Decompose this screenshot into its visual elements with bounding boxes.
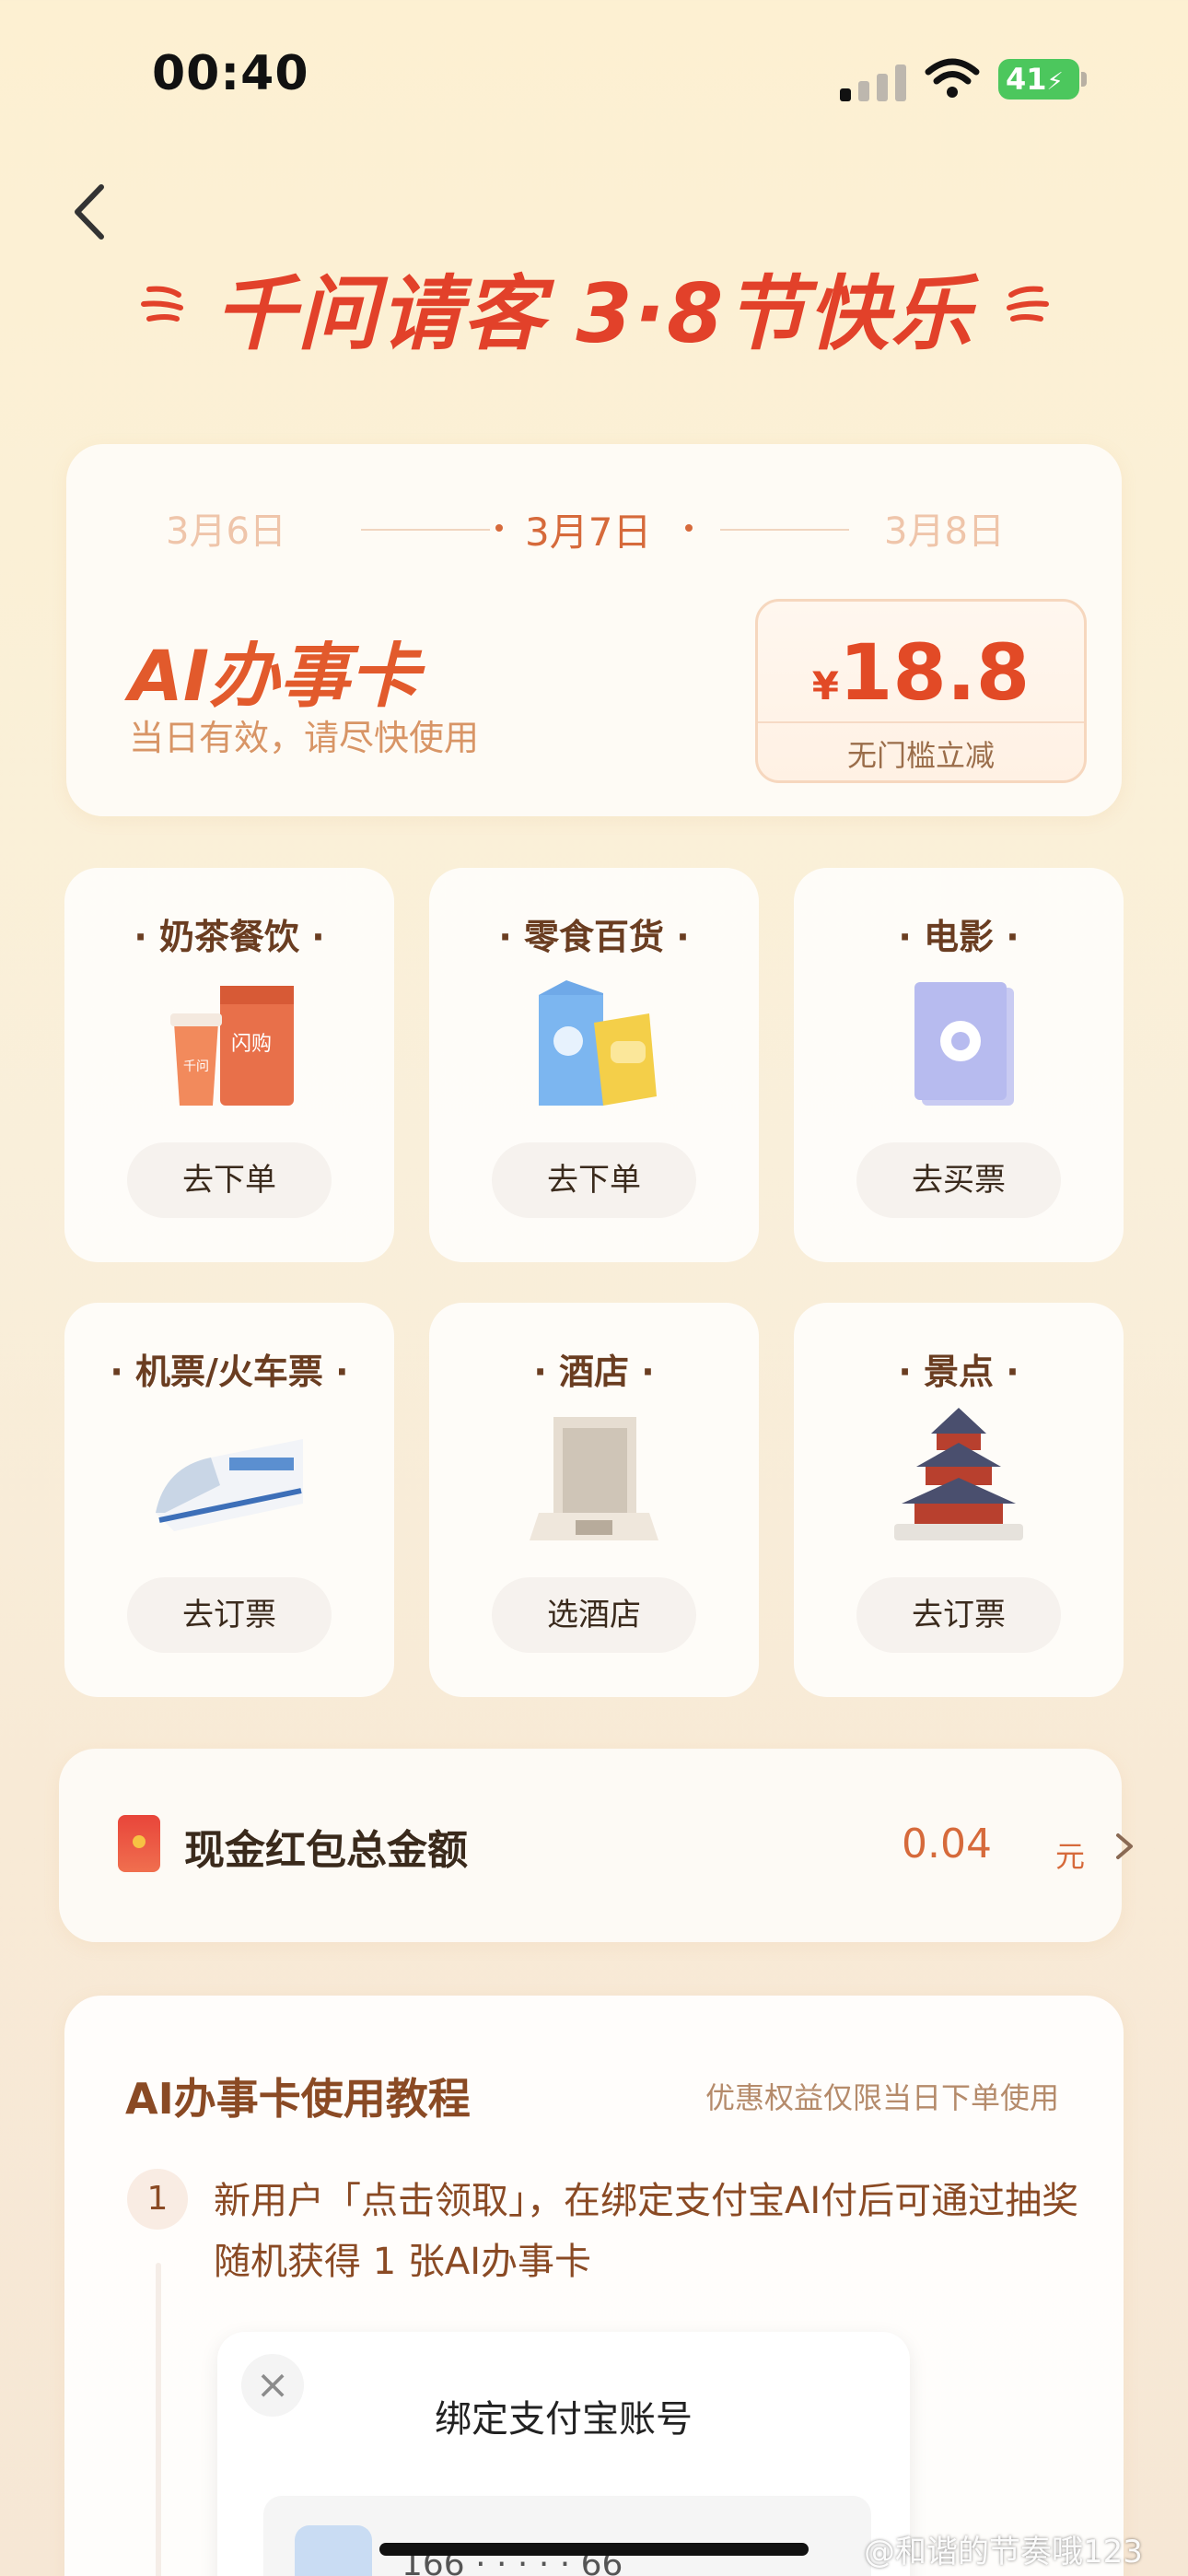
category-tile-attractions[interactable]: · 景点 · 去订票 — [794, 1303, 1124, 1697]
category-tile-transport[interactable]: · 机票/火车票 · 去订票 — [64, 1303, 394, 1697]
right-flourish-icon — [1007, 286, 1049, 322]
step-connector — [156, 2263, 161, 2576]
watermark: @和谐的节奏哦123 — [864, 2534, 1143, 2570]
chevron-right-icon — [1116, 1833, 1133, 1859]
coupon-currency: ¥ — [811, 663, 839, 708]
category-title: · 景点 · — [898, 1352, 1019, 1392]
battery-icon: 41⚡ — [998, 59, 1079, 100]
date-selector: 3月6日 3月7日 3月8日 — [66, 501, 1122, 556]
svg-text:千问: 千问 — [183, 1060, 209, 1074]
cash-unit: 元 — [1055, 1839, 1086, 1874]
date-divider — [720, 529, 849, 531]
date-tab-0[interactable]: 3月6日 — [166, 501, 286, 555]
home-indicator[interactable] — [379, 2543, 809, 2556]
category-title: · 机票/火车票 · — [110, 1352, 349, 1392]
cash-label: 现金红包总金额 — [184, 1827, 468, 1874]
category-title: · 奶茶餐饮 · — [134, 917, 325, 957]
book-ticket-button[interactable]: 去订票 — [127, 1577, 332, 1653]
date-dot — [685, 524, 693, 532]
temple-icon — [894, 1408, 1023, 1540]
date-divider — [361, 529, 490, 531]
date-tab-1[interactable]: 3月7日 — [525, 501, 651, 557]
card-title: AI办事卡 — [129, 635, 420, 717]
category-tile-snacks[interactable]: · 零食百货 · 去下单 — [429, 868, 759, 1262]
order-button[interactable]: 去下单 — [127, 1142, 332, 1218]
status-bar: 00:40 41⚡ — [0, 0, 1188, 147]
order-button[interactable]: 去下单 — [492, 1142, 696, 1218]
train-icon — [156, 1439, 303, 1531]
tutorial-card: AI办事卡使用教程 优惠权益仅限当日下单使用 1 新用户「点击领取」，在绑定支付… — [64, 1996, 1124, 2576]
svg-text:闪购: 闪购 — [231, 1033, 272, 1056]
battery-tip — [1081, 72, 1087, 87]
tutorial-note: 优惠权益仅限当日下单使用 — [705, 2080, 1059, 2115]
book-ticket-button[interactable]: 去订票 — [856, 1577, 1061, 1653]
snack-icon — [539, 980, 657, 1106]
coupon-value: 18.8 — [838, 627, 1031, 718]
battery-level: 41 — [1006, 62, 1047, 97]
movie-ticket-icon — [914, 982, 1014, 1106]
coupon-amount: ¥18.8 — [758, 627, 1084, 718]
avatar — [295, 2525, 372, 2576]
step-text: 新用户「点击领取」，在绑定支付宝AI付后可通过抽奖随机获得 1 张AI办事卡 — [214, 2180, 1079, 2283]
category-tile-milk-tea[interactable]: · 奶茶餐饮 · 闪购 千问 去下单 — [64, 868, 394, 1262]
cash-amount: 0.04 — [902, 1821, 992, 1868]
back-button[interactable] — [64, 180, 120, 244]
date-tab-2[interactable]: 3月8日 — [884, 501, 1005, 555]
wifi-icon — [925, 58, 980, 98]
coupon-label: 无门槛立减 — [846, 738, 995, 773]
bind-alipay-dialog-preview: × 绑定支付宝账号 166 · · · · · 66 — [217, 2332, 910, 2576]
category-tile-hotel[interactable]: · 酒店 · 选酒店 — [429, 1303, 759, 1697]
category-title: · 零食百货 · — [498, 917, 690, 957]
dialog-title: 绑定支付宝账号 — [435, 2398, 693, 2441]
status-time: 00:40 — [152, 46, 309, 101]
milk-tea-bag-icon: 闪购 千问 — [170, 986, 294, 1106]
cellular-signal-icon — [840, 64, 906, 101]
choose-hotel-button[interactable]: 选酒店 — [492, 1577, 696, 1653]
coupon[interactable]: ¥18.8 无门槛立减 — [755, 599, 1087, 783]
card-subtitle: 当日有效，请尽快使用 — [129, 718, 480, 758]
tutorial-title: AI办事卡使用教程 — [125, 2074, 471, 2124]
account-row: 166 · · · · · 66 — [263, 2496, 871, 2576]
red-packet-icon — [118, 1815, 160, 1872]
hotel-icon — [530, 1417, 658, 1540]
category-title: · 电影 · — [898, 917, 1019, 957]
cash-redpacket-row[interactable]: 现金红包总金额 0.04 元 — [59, 1749, 1133, 1942]
buy-ticket-button[interactable]: 去买票 — [856, 1142, 1061, 1218]
date-dot — [495, 524, 503, 532]
coupon-divider — [758, 721, 1084, 723]
step-number: 1 — [127, 2169, 188, 2230]
category-title: · 酒店 · — [533, 1352, 655, 1392]
ai-card: 3月6日 3月7日 3月8日 AI办事卡 当日有效，请尽快使用 ¥18.8 无门… — [66, 444, 1122, 816]
category-tile-movie[interactable]: · 电影 · 去买票 — [794, 868, 1124, 1262]
